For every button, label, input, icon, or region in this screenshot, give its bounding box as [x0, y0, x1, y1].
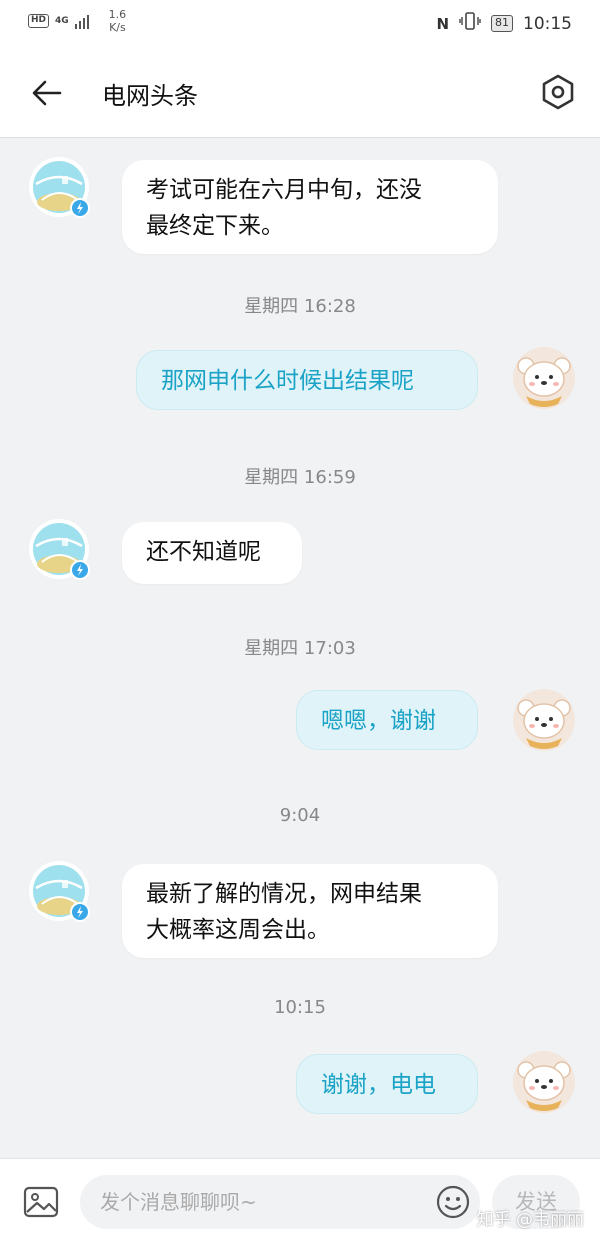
message-bubble-outgoing[interactable]: 谢谢，电电 — [296, 1054, 478, 1114]
chat-header: 电网头条 — [0, 46, 600, 138]
watermark: 知乎 @韦丽丽 — [476, 1210, 584, 1230]
bear-avatar-icon — [513, 347, 575, 409]
status-left: HD 4G 1.6 K/s — [28, 8, 126, 34]
globe-avatar-icon — [29, 519, 90, 580]
chat-title: 电网头条 — [102, 82, 198, 110]
timestamp: 星期四 16:28 — [244, 296, 356, 317]
back-arrow-icon[interactable] — [30, 76, 64, 110]
message-bubble-incoming[interactable]: 最新了解的情况，网申结果 大概率这周会出。 — [122, 864, 498, 958]
status-right: N 81 10:15 — [436, 12, 572, 35]
message-bubble-outgoing[interactable]: 那网申什么时候出结果呢 — [136, 350, 478, 410]
emoji-icon[interactable] — [436, 1185, 470, 1219]
timestamp: 星期四 17:03 — [244, 638, 356, 659]
message-bubble-outgoing[interactable]: 嗯嗯，谢谢 — [296, 690, 478, 750]
globe-avatar-icon — [29, 157, 90, 218]
bot-avatar[interactable] — [28, 860, 92, 924]
battery-icon: 81 — [491, 15, 513, 32]
clock: 10:15 — [523, 13, 572, 34]
hd-badge: HD — [28, 14, 50, 28]
image-picker-icon[interactable] — [22, 1183, 60, 1221]
user-avatar[interactable] — [512, 1050, 576, 1114]
signal-icon — [74, 13, 89, 29]
message-bubble-incoming[interactable]: 还不知道呢 — [122, 522, 302, 584]
message-bubble-incoming[interactable]: 考试可能在六月中旬，还没 最终定下来。 — [122, 160, 498, 254]
bear-avatar-icon — [513, 1051, 575, 1113]
bot-avatar[interactable] — [28, 156, 92, 220]
bot-avatar[interactable] — [28, 518, 92, 582]
settings-hexagon-icon[interactable] — [538, 72, 578, 112]
globe-avatar-icon — [29, 861, 90, 922]
user-avatar[interactable] — [512, 688, 576, 752]
vibrate-icon — [459, 12, 481, 35]
user-avatar[interactable] — [512, 346, 576, 410]
timestamp: 星期四 16:59 — [244, 467, 356, 488]
network-speed: 1.6 K/s — [108, 8, 127, 34]
input-bar: 发送 知乎 @韦丽丽 — [0, 1158, 600, 1244]
message-input[interactable] — [80, 1175, 480, 1229]
nfc-icon: N — [436, 14, 449, 33]
timestamp: 10:15 — [274, 997, 326, 1018]
status-bar: HD 4G 1.6 K/s N 81 10:15 — [0, 0, 600, 46]
bear-avatar-icon — [513, 689, 575, 751]
network-type: 4G — [55, 16, 69, 26]
timestamp: 9:04 — [279, 805, 321, 826]
